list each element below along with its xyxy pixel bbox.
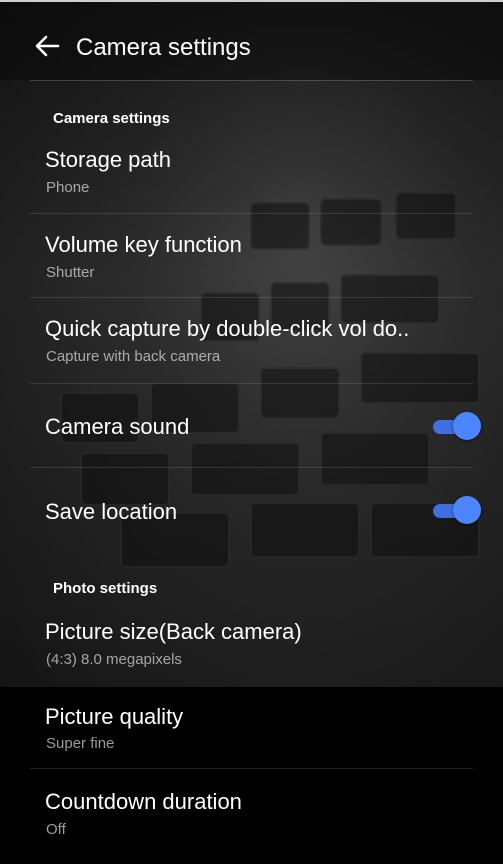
setting-storage-path[interactable]: Storage path Phone <box>0 136 503 214</box>
setting-value: (4:3) 8.0 megapixels <box>46 651 182 668</box>
setting-label: Volume key function <box>45 232 242 257</box>
setting-volume-key-function[interactable]: Volume key function Shutter <box>0 214 503 298</box>
setting-value: Shutter <box>46 264 95 281</box>
setting-save-location[interactable]: Save location <box>0 468 503 554</box>
camera-settings-screen: Camera settings Camera settings Storage … <box>0 0 503 864</box>
setting-label: Countdown duration <box>45 789 242 814</box>
setting-label: Quick capture by double-click vol do.. <box>45 316 410 341</box>
setting-picture-quality[interactable]: Picture quality Super fine <box>0 687 503 769</box>
camera-sound-toggle[interactable] <box>433 412 481 442</box>
setting-label: Picture quality <box>45 704 184 729</box>
setting-label: Save location <box>45 499 178 524</box>
page-title: Camera settings <box>76 34 251 61</box>
setting-value: Capture with back camera <box>46 348 221 365</box>
setting-camera-sound[interactable]: Camera sound <box>0 384 503 468</box>
app-bar: Camera settings <box>0 2 503 80</box>
setting-label: Picture size(Back camera) <box>45 619 302 644</box>
arrow-left-icon[interactable] <box>34 34 60 58</box>
setting-picture-size[interactable]: Picture size(Back camera) (4:3) 8.0 mega… <box>0 606 503 686</box>
setting-value: Phone <box>46 179 90 196</box>
save-location-toggle[interactable] <box>433 496 481 526</box>
setting-label: Camera sound <box>45 414 190 439</box>
toggle-thumb <box>453 412 481 440</box>
setting-value: Off <box>46 821 66 838</box>
setting-countdown-duration[interactable]: Countdown duration Off <box>0 769 503 859</box>
toggle-thumb <box>453 496 481 524</box>
header-divider <box>30 80 473 81</box>
section-header-photo: Photo settings <box>53 580 158 597</box>
setting-value: Super fine <box>46 735 115 752</box>
setting-quick-capture[interactable]: Quick capture by double-click vol do.. C… <box>0 298 503 384</box>
section-header-camera: Camera settings <box>53 110 170 127</box>
setting-label: Storage path <box>45 147 171 172</box>
